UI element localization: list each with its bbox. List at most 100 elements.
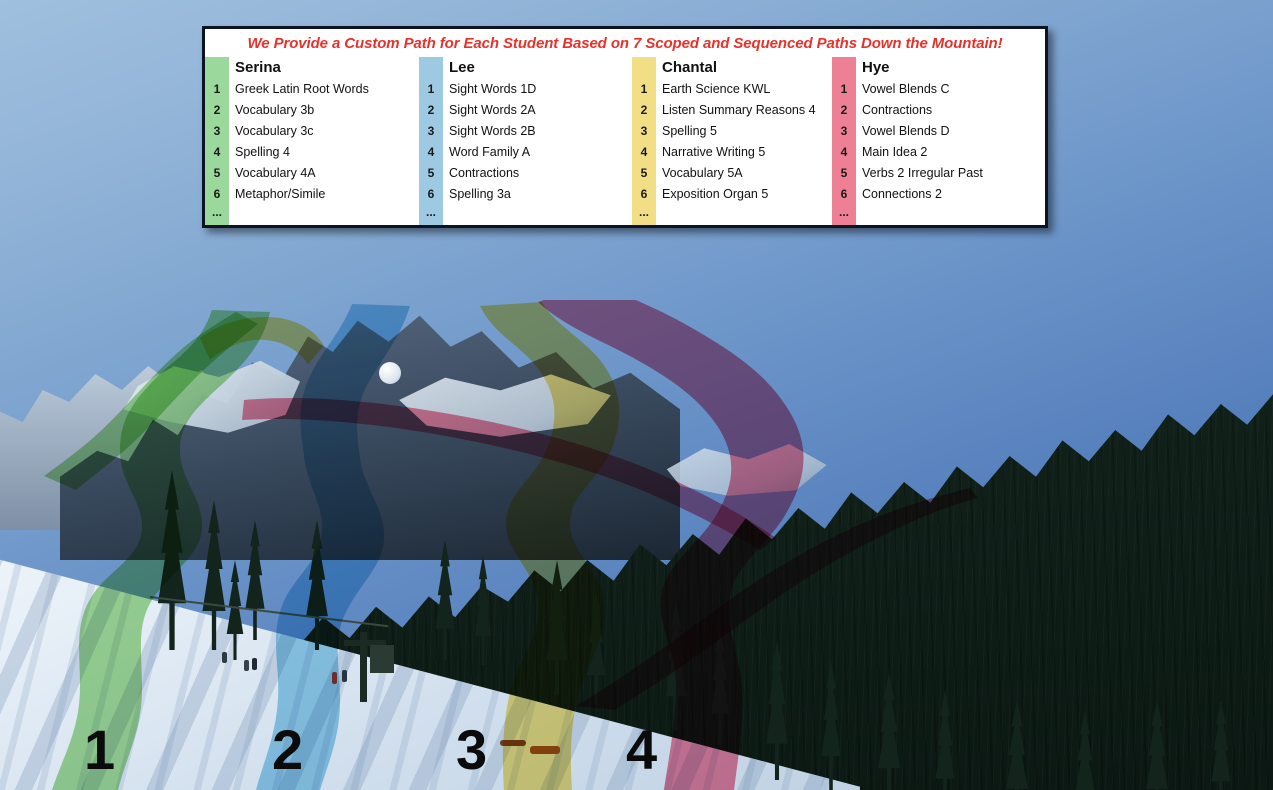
path-item[interactable]: Spelling 4 <box>235 142 419 163</box>
screenshot-root: 1 2 3 4 We Provide a Custom Path for Eac… <box>0 0 1273 790</box>
student-items-serina: Serina Greek Latin Root Words Vocabulary… <box>229 57 419 225</box>
item-number: 1 <box>427 82 435 96</box>
path-item[interactable]: Verbs 2 Irregular Past <box>862 163 1045 184</box>
student-items-lee: Lee Sight Words 1D Sight Words 2A Sight … <box>443 57 632 225</box>
path-item-label: Contractions <box>862 103 933 117</box>
student-name: Serina <box>235 59 281 76</box>
item-number: 5 <box>213 166 221 180</box>
path-item[interactable]: Vocabulary 3c <box>235 121 419 142</box>
student-column-lee[interactable]: 1 2 3 4 5 6 ... Lee Sight Words 1D Sight… <box>419 57 632 225</box>
item-number: 3 <box>427 124 435 138</box>
path-item-label: Vowel Blends C <box>862 82 950 96</box>
path-item-label: Main Idea 2 <box>862 145 928 159</box>
column-bottom-spacer <box>235 205 419 225</box>
path-item[interactable]: Earth Science KWL <box>662 79 832 100</box>
color-stripe-chantal: 1 2 3 4 5 6 ... <box>632 57 656 225</box>
path-item[interactable]: Contractions <box>862 100 1045 121</box>
item-number: 5 <box>427 166 435 180</box>
path-item[interactable]: Vocabulary 4A <box>235 163 419 184</box>
path-item[interactable]: Main Idea 2 <box>862 142 1045 163</box>
path-number-3: 3 <box>456 718 488 781</box>
path-item-label: Spelling 3a <box>449 187 511 201</box>
more-items-indicator[interactable]: ... <box>419 205 443 225</box>
student-name: Chantal <box>662 59 718 76</box>
path-item-label: Sight Words 2A <box>449 103 536 117</box>
path-item[interactable]: Vowel Blends C <box>862 79 1045 100</box>
item-number: 2 <box>213 103 221 117</box>
path-band-3-upper <box>200 316 324 364</box>
path-item[interactable]: Narrative Writing 5 <box>662 142 832 163</box>
student-paths-panel: We Provide a Custom Path for Each Studen… <box>202 26 1048 228</box>
path-item-label: Metaphor/Simile <box>235 187 326 201</box>
item-number: 4 <box>213 145 221 159</box>
item-number: 6 <box>840 187 848 201</box>
path-item[interactable]: Vocabulary 5A <box>662 163 832 184</box>
path-item[interactable]: Sight Words 1D <box>449 79 632 100</box>
path-item[interactable]: Spelling 3a <box>449 184 632 205</box>
path-item-label: Spelling 4 <box>235 145 290 159</box>
path-band-4-lower <box>576 488 978 710</box>
path-item-label: Earth Science KWL <box>662 82 771 96</box>
stripe-header-spacer <box>832 57 856 79</box>
path-item-label: Vocabulary 3b <box>235 103 315 117</box>
path-item[interactable]: Spelling 5 <box>662 121 832 142</box>
item-number: 1 <box>213 82 221 96</box>
path-number-2: 2 <box>272 718 304 781</box>
path-item[interactable]: Exposition Organ 5 <box>662 184 832 205</box>
panel-title: We Provide a Custom Path for Each Studen… <box>247 35 1003 52</box>
item-number: 4 <box>840 145 848 159</box>
column-bottom-spacer <box>662 205 832 225</box>
more-items-indicator[interactable]: ... <box>205 205 229 225</box>
item-number: 1 <box>640 82 648 96</box>
path-item[interactable]: Metaphor/Simile <box>235 184 419 205</box>
item-number: 4 <box>640 145 648 159</box>
color-stripe-hye: 1 2 3 4 5 6 ... <box>832 57 856 225</box>
path-item-label: Vocabulary 3c <box>235 124 314 138</box>
student-items-hye: Hye Vowel Blends C Contractions Vowel Bl… <box>856 57 1045 225</box>
item-number: 3 <box>640 124 648 138</box>
stripe-header-spacer <box>419 57 443 79</box>
path-item-label: Greek Latin Root Words <box>235 82 369 96</box>
path-item[interactable]: Contractions <box>449 163 632 184</box>
item-number: 4 <box>427 145 435 159</box>
path-item-label: Vocabulary 5A <box>662 166 743 180</box>
path-item[interactable]: Greek Latin Root Words <box>235 79 419 100</box>
path-item[interactable]: Sight Words 2B <box>449 121 632 142</box>
student-column-serina[interactable]: 1 2 3 4 5 6 ... Serina Greek Latin Root … <box>205 57 419 225</box>
item-number: 2 <box>840 103 848 117</box>
stripe-header-spacer <box>632 57 656 79</box>
path-item-label: Listen Summary Reasons 4 <box>662 103 816 117</box>
student-column-chantal[interactable]: 1 2 3 4 5 6 ... Chantal Earth Science KW… <box>632 57 832 225</box>
more-items-indicator[interactable]: ... <box>632 205 656 225</box>
item-number: 6 <box>427 187 435 201</box>
path-item-label: Vocabulary 4A <box>235 166 316 180</box>
more-items-indicator[interactable]: ... <box>832 205 856 225</box>
item-number: 1 <box>840 82 848 96</box>
student-name: Hye <box>862 59 890 76</box>
column-bottom-spacer <box>862 205 1045 225</box>
color-stripe-lee: 1 2 3 4 5 6 ... <box>419 57 443 225</box>
path-item-label: Word Family A <box>449 145 531 159</box>
path-item-label: Exposition Organ 5 <box>662 187 769 201</box>
item-number: 2 <box>427 103 435 117</box>
path-item-label: Narrative Writing 5 <box>662 145 766 159</box>
item-number: 3 <box>213 124 221 138</box>
path-item[interactable]: Word Family A <box>449 142 632 163</box>
path-number-1: 1 <box>84 718 116 781</box>
item-number: 6 <box>213 187 221 201</box>
column-bottom-spacer <box>449 205 632 225</box>
path-item-label: Sight Words 2B <box>449 124 536 138</box>
path-item[interactable]: Listen Summary Reasons 4 <box>662 100 832 121</box>
student-name: Lee <box>449 59 475 76</box>
item-number: 6 <box>640 187 648 201</box>
path-item[interactable]: Vowel Blends D <box>862 121 1045 142</box>
student-columns: 1 2 3 4 5 6 ... Serina Greek Latin Root … <box>205 57 1045 225</box>
student-column-hye[interactable]: 1 2 3 4 5 6 ... Hye Vowel Blends C Contr… <box>832 57 1045 225</box>
path-item[interactable]: Connections 2 <box>862 184 1045 205</box>
item-number: 5 <box>840 166 848 180</box>
path-item[interactable]: Sight Words 2A <box>449 100 632 121</box>
path-item[interactable]: Vocabulary 3b <box>235 100 419 121</box>
student-items-chantal: Chantal Earth Science KWL Listen Summary… <box>656 57 832 225</box>
path-item-label: Sight Words 1D <box>449 82 537 96</box>
path-number-4: 4 <box>626 718 658 781</box>
